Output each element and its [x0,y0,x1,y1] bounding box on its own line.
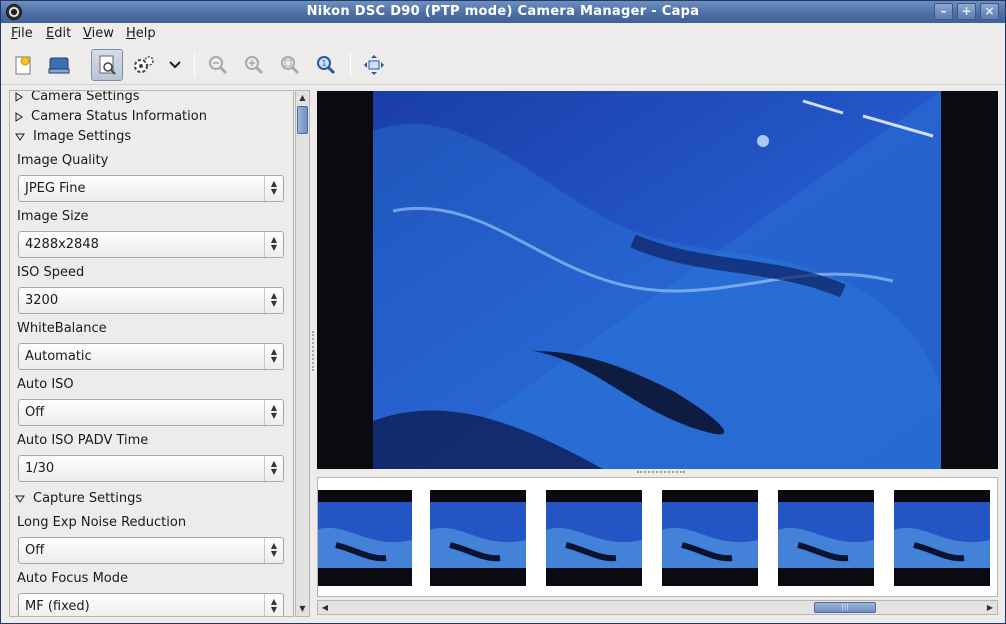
menu-file[interactable]: File [11,26,33,41]
select-value: Off [25,543,45,558]
settings-panel: Camera Settings Camera Status Informatio… [9,90,294,617]
thumbnail-strip [317,477,998,597]
select-value: 3200 [25,293,59,308]
expander-expanded-icon[interactable] [15,133,25,141]
auto-focus-mode-select[interactable]: MF (fixed) ▲ ▼ [18,593,284,616]
zoom-in-icon[interactable] [238,49,270,81]
preview-photo [373,91,941,469]
image-quality-select[interactable]: JPEG Fine ▲ ▼ [18,175,284,202]
gear-icon[interactable] [128,49,160,81]
pane-resize-handle[interactable] [312,331,314,371]
auto-focus-mode-label: Auto Focus Mode [17,571,128,586]
section-camera-settings[interactable]: Camera Settings [15,90,140,104]
auto-iso-label: Auto ISO [17,377,74,392]
select-value: 4288x2848 [25,237,99,252]
title-bar[interactable]: Nikon DSC D90 (PTP mode) Camera Manager … [1,1,1005,23]
auto-iso-select[interactable]: Off ▲ ▼ [18,399,284,426]
updown-icon: ▲ ▼ [264,456,283,481]
scroll-thumb[interactable] [297,106,308,134]
select-value: MF (fixed) [25,599,90,614]
expander-collapsed-icon[interactable] [15,111,23,122]
svg-text:1: 1 [321,59,326,68]
thumbnail[interactable] [318,490,412,586]
image-quality-label: Image Quality [17,153,109,168]
updown-icon: ▲ ▼ [264,344,283,369]
thumbnail[interactable] [430,490,526,586]
zoom-100-icon[interactable]: 1 [310,49,342,81]
expander-collapsed-icon[interactable] [15,91,23,102]
chevron-down-icon[interactable] [159,49,191,81]
fullscreen-icon[interactable] [358,49,390,81]
menu-help[interactable]: Help [126,26,156,41]
updown-icon: ▲ ▼ [264,400,283,425]
section-capture-settings[interactable]: Capture Settings [15,491,142,506]
window-title: Nikon DSC D90 (PTP mode) Camera Manager … [306,4,700,19]
updown-icon: ▲ ▼ [264,176,283,201]
select-value: JPEG Fine [25,181,86,196]
image-size-label: Image Size [17,209,89,224]
settings-scrollbar[interactable]: ▲ ▼ [295,90,310,617]
scroll-right-icon[interactable]: ▶ [983,601,997,614]
maximize-button[interactable]: + [957,3,976,20]
menu-view[interactable]: View [83,26,114,41]
section-label: Camera Status Information [31,109,207,124]
thumbnail[interactable] [778,490,874,586]
zoom-out-icon[interactable] [202,49,234,81]
long-exp-nr-label: Long Exp Noise Reduction [17,515,187,530]
section-image-settings[interactable]: Image Settings [15,129,131,144]
select-value: Automatic [25,349,92,364]
updown-icon: ▲ ▼ [264,538,283,563]
white-balance-select[interactable]: Automatic ▲ ▼ [18,343,284,370]
thumbnail[interactable] [662,490,758,586]
updown-icon: ▲ ▼ [264,594,283,616]
white-balance-label: WhiteBalance [17,321,107,336]
app-window: Nikon DSC D90 (PTP mode) Camera Manager … [0,0,1006,624]
updown-icon: ▲ ▼ [264,288,283,313]
section-label: Capture Settings [33,491,143,506]
auto-iso-padv-label: Auto ISO PADV Time [17,433,149,448]
splitter-grip[interactable] [637,471,685,473]
toolbar-separator [350,53,351,77]
long-exp-nr-select[interactable]: Off ▲ ▼ [18,537,284,564]
scroll-thumb[interactable]: ||| [814,602,876,613]
expander-expanded-icon[interactable] [15,495,25,503]
thumbnail[interactable] [894,490,990,586]
camera-settings-icon[interactable] [91,49,123,81]
minimize-button[interactable]: – [934,3,953,20]
image-size-select[interactable]: 4288x2848 ▲ ▼ [18,231,284,258]
auto-iso-padv-select[interactable]: 1/30 ▲ ▼ [18,455,284,482]
scroll-up-icon[interactable]: ▲ [296,91,309,105]
menu-edit[interactable]: Edit [46,26,71,41]
section-label: Camera Settings [31,90,140,104]
new-session-icon[interactable] [7,49,39,81]
updown-icon: ▲ ▼ [264,232,283,257]
thumbnail[interactable] [546,490,642,586]
toolbar: 1 [1,45,1005,85]
menu-bar: File Edit View Help [1,23,1005,45]
image-preview[interactable] [317,91,998,469]
iso-speed-label: ISO Speed [17,265,85,280]
select-value: 1/30 [25,461,55,476]
section-camera-status[interactable]: Camera Status Information [15,109,207,124]
toolbar-separator [194,53,195,77]
select-value: Off [25,405,45,420]
scroll-left-icon[interactable]: ◀ [318,601,332,614]
iso-speed-select[interactable]: 3200 ▲ ▼ [18,287,284,314]
section-label: Image Settings [33,129,132,144]
zoom-fit-icon[interactable] [274,49,306,81]
scroll-down-icon[interactable]: ▼ [296,602,309,616]
preview-splitter[interactable] [317,469,998,475]
open-icon[interactable] [43,49,75,81]
thumbnail-scrollbar[interactable]: ◀ ||| ▶ [317,600,998,615]
close-button[interactable]: × [980,3,999,20]
